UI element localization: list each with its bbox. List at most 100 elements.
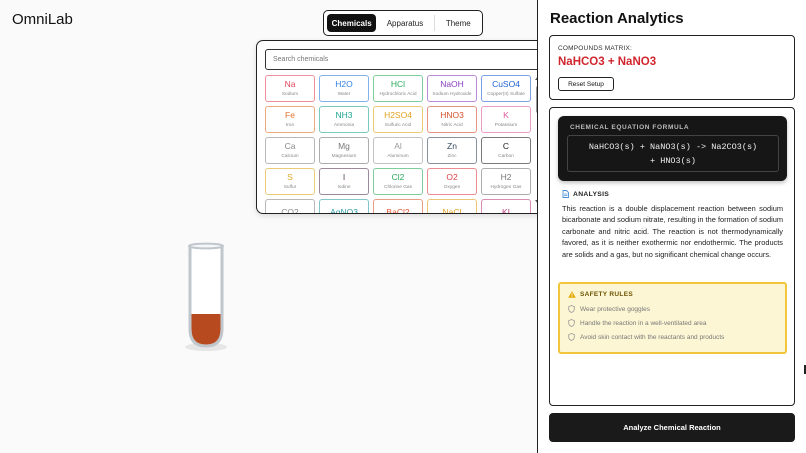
- shield-icon: [568, 319, 575, 327]
- chemical-name: Potassium: [494, 122, 518, 128]
- chemical-name: Calcium: [281, 153, 299, 159]
- chemical-symbol: Al: [394, 141, 402, 152]
- chemical-symbol: HCl: [390, 79, 406, 90]
- chemical-name: Water: [337, 91, 351, 97]
- chemical-name: Aluminum: [387, 153, 409, 159]
- tab-theme[interactable]: Theme: [438, 14, 479, 32]
- chemical-name: Sulfur: [283, 184, 297, 190]
- chemical-card-o2[interactable]: O2 Oxygen: [427, 168, 477, 195]
- chemical-name: Sodium: [281, 91, 299, 97]
- chemical-symbol: KI: [501, 207, 511, 214]
- analysis-card: CHEMICAL EQUATION FORMULA NaHCO3(s) + Na…: [549, 107, 795, 406]
- chemical-name: Sodium Hydroxide: [432, 91, 472, 97]
- chemical-name: Hydrogen Gas: [490, 184, 522, 190]
- chemical-name: Chlorine Gas: [384, 184, 412, 190]
- chemical-symbol: S: [287, 172, 293, 183]
- top-nav: Chemicals Apparatus Theme: [323, 10, 483, 36]
- chemical-symbol: I: [342, 172, 346, 183]
- reset-setup-button[interactable]: Reset Setup: [558, 77, 614, 91]
- chemical-symbol: Zn: [447, 141, 457, 152]
- workspace-panel: OmniLab Chemicals Apparatus Theme Search…: [0, 0, 550, 453]
- chemical-card-s[interactable]: S Sulfur: [265, 168, 315, 195]
- chemical-card-cl2[interactable]: Cl2 Chlorine Gas: [373, 168, 423, 195]
- chemical-name: Zinc: [447, 153, 457, 159]
- safety-rule: Wear protective goggles: [568, 305, 650, 313]
- chemical-name: Oxygen: [443, 184, 461, 190]
- equation-label: CHEMICAL EQUATION FORMULA: [570, 124, 690, 131]
- chemical-symbol: K: [503, 110, 509, 121]
- safety-rule-text: Avoid skin contact with the reactants an…: [580, 333, 725, 341]
- document-icon: [562, 190, 569, 198]
- test-tube-icon: [185, 242, 227, 351]
- chemical-card-nh3[interactable]: NH3 Ammonia: [319, 106, 369, 133]
- chemical-card-fe[interactable]: Fe Iron: [265, 106, 315, 133]
- chemical-card-co2[interactable]: CO2: [265, 199, 315, 213]
- chemical-card-mg[interactable]: Mg Magnesium: [319, 137, 369, 164]
- chemical-card-c[interactable]: C Carbon: [481, 137, 531, 164]
- chemical-name: Carbon: [498, 153, 514, 159]
- chemical-card-h2[interactable]: H2 Hydrogen Gas: [481, 168, 531, 195]
- chemical-card-h2o[interactable]: H2O Water: [319, 75, 369, 102]
- chemical-name: Copper(II) Sulfate: [487, 91, 525, 97]
- warning-icon: [568, 291, 576, 298]
- nav-divider: [433, 15, 435, 31]
- chemical-card-nacl[interactable]: NaCl: [427, 199, 477, 213]
- app-window: OmniLab Chemicals Apparatus Theme Search…: [0, 0, 806, 453]
- safety-rule: Avoid skin contact with the reactants an…: [568, 333, 724, 341]
- analysis-text: This reaction is a double displacement r…: [562, 204, 783, 259]
- chemical-symbol: AgNO3: [330, 207, 358, 214]
- chemical-symbol: NH3: [335, 110, 353, 121]
- equation-formula: NaHCO3(s) + NaNO3(s) -> Na2CO3(s) + HNO3…: [567, 135, 779, 172]
- compounds-matrix-card: COMPOUNDS MATRIX: NaHCO3 + NaNO3 Reset S…: [549, 35, 795, 100]
- chemical-card-hno3[interactable]: HNO3 Nitric Acid: [427, 106, 477, 133]
- chemical-symbol: Cl2: [391, 172, 405, 183]
- chemical-symbol: H2: [500, 172, 512, 183]
- chemical-symbol: C: [502, 141, 510, 152]
- chemical-card-bacl2[interactable]: BaCl2: [373, 199, 423, 213]
- tab-chemicals[interactable]: Chemicals: [327, 14, 377, 32]
- chemical-card-al[interactable]: Al Aluminum: [373, 137, 423, 164]
- equation-box: CHEMICAL EQUATION FORMULA NaHCO3(s) + Na…: [558, 116, 787, 181]
- chemical-name: Ammonia: [333, 122, 355, 128]
- safety-rule-text: Handle the reaction in a well-ventilated…: [580, 319, 707, 327]
- analyze-reaction-button[interactable]: Analyze Chemical Reaction: [549, 413, 795, 442]
- chemical-symbol: Fe: [285, 110, 295, 121]
- chemical-card-ca[interactable]: Ca Calcium: [265, 137, 315, 164]
- analysis-label: ANALYSIS: [573, 190, 610, 198]
- chemical-grid: Na Sodium H2O Water HCl Hydrochloric Acid NaOH…: [265, 75, 532, 214]
- chemical-card-i[interactable]: I Iodine: [319, 168, 369, 195]
- safety-label: SAFETY RULES: [580, 291, 633, 298]
- equation-line-2: + HNO3(s): [650, 156, 696, 166]
- search-chemicals-input[interactable]: Search chemicals: [265, 49, 541, 70]
- safety-rule: Handle the reaction in a well-ventilated…: [568, 319, 706, 327]
- chemical-symbol: O2: [446, 172, 458, 183]
- chemical-card-na[interactable]: Na Sodium: [265, 75, 315, 102]
- analytics-title: Reaction Analytics: [550, 10, 684, 27]
- brand-title: OmniLab: [12, 11, 73, 28]
- chemical-name: Hydrochloric Acid: [379, 91, 417, 97]
- chemical-card-cuso4[interactable]: CuSO4 Copper(II) Sulfate: [481, 75, 531, 102]
- analytics-panel: Reaction Analytics COMPOUNDS MATRIX: NaH…: [538, 0, 806, 453]
- chemical-name: Sulfuric Acid: [384, 122, 412, 128]
- chemical-card-ki[interactable]: KI: [481, 199, 531, 214]
- chemical-card-h2so4[interactable]: H2SO4 Sulfuric Acid: [373, 106, 423, 133]
- chemical-card-k[interactable]: K Potassium: [481, 106, 531, 133]
- analysis-heading: ANALYSIS: [562, 190, 609, 198]
- chemical-card-agno3[interactable]: AgNO3: [319, 199, 369, 214]
- chemical-card-naoh[interactable]: NaOH Sodium Hydroxide: [427, 75, 477, 102]
- shield-icon: [568, 305, 575, 313]
- compounds-matrix-label: COMPOUNDS MATRIX:: [558, 45, 633, 52]
- chemical-name: Nitric Acid: [441, 122, 463, 128]
- chemical-name: Iron: [285, 122, 295, 128]
- shield-icon: [568, 333, 575, 341]
- compounds-matrix-value: NaHCO3 + NaNO3: [558, 56, 657, 68]
- chemical-name: Magnesium: [331, 153, 357, 159]
- chemical-symbol: H2O: [335, 79, 353, 90]
- chemical-name: Iodine: [337, 184, 351, 190]
- test-tube[interactable]: [183, 242, 229, 354]
- chemical-card-zn[interactable]: Zn Zinc: [427, 137, 477, 164]
- safety-heading: SAFETY RULES: [568, 291, 633, 298]
- tab-apparatus[interactable]: Apparatus: [379, 14, 430, 32]
- chemical-symbol: CuSO4: [492, 79, 520, 90]
- chemical-card-hcl[interactable]: HCl Hydrochloric Acid: [373, 75, 423, 102]
